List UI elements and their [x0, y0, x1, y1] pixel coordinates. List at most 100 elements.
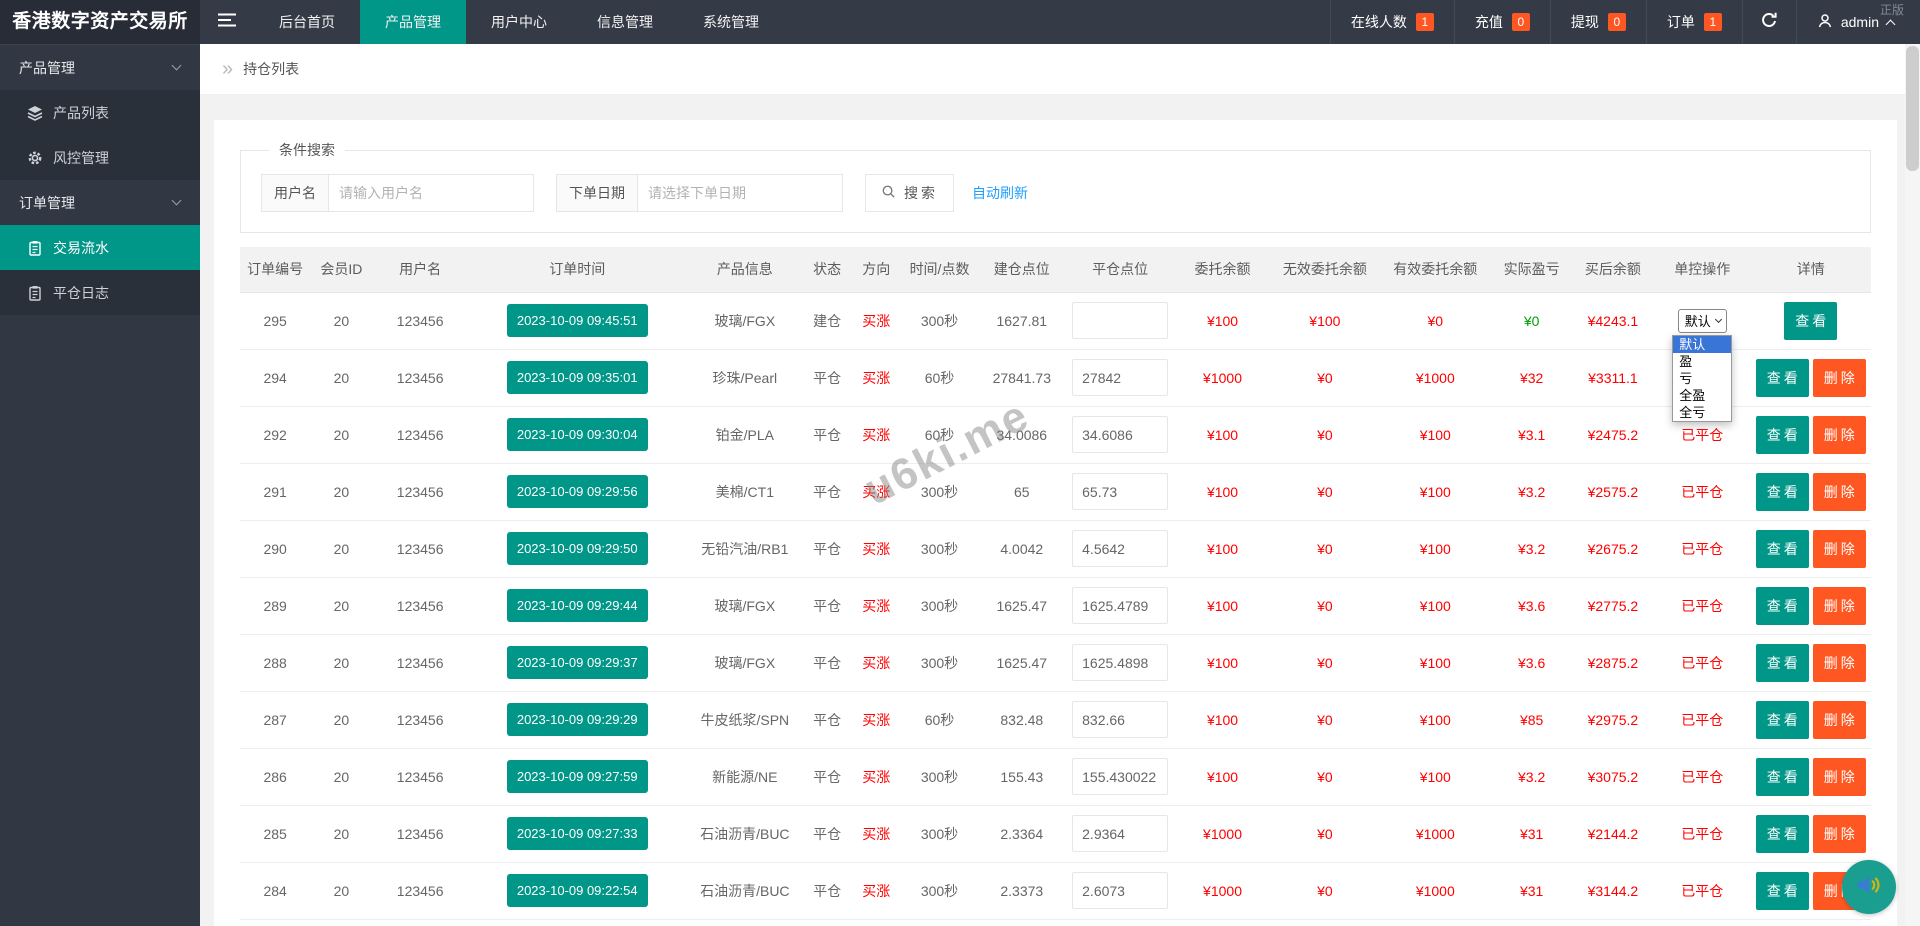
- sidebar-group-1[interactable]: 产品管理: [0, 45, 200, 90]
- top-nav-item-3[interactable]: 用户中心: [466, 0, 572, 44]
- view-button[interactable]: 查看: [1755, 814, 1809, 853]
- cell-open-point: 155.43: [977, 748, 1066, 806]
- delete-button[interactable]: 删除: [1812, 586, 1866, 625]
- auto-refresh-link[interactable]: 自动刷新: [972, 183, 1028, 203]
- sidebar-item-5[interactable]: 交易流水: [0, 225, 200, 270]
- close-point-input[interactable]: [1072, 701, 1169, 738]
- cell-order-id: 285: [240, 805, 311, 863]
- cell-open-point: 34.0086: [977, 406, 1066, 464]
- sidebar-group-4[interactable]: 订单管理: [0, 180, 200, 225]
- menu-toggle-button[interactable]: [200, 0, 254, 44]
- stat-label: 充值: [1474, 14, 1503, 30]
- close-point-input[interactable]: [1072, 359, 1169, 396]
- sidebar-item-6[interactable]: 平仓日志: [0, 270, 200, 315]
- cell-actual-profit: ¥3.2: [1491, 463, 1572, 521]
- view-button[interactable]: 查看: [1755, 757, 1809, 796]
- delete-button[interactable]: 删除: [1812, 814, 1866, 853]
- cell-single-control: 已平仓: [1654, 463, 1751, 521]
- search-fieldset: 条件搜索 用户名 下单日期 搜索: [240, 140, 1871, 233]
- view-button[interactable]: 查看: [1784, 301, 1838, 340]
- username-group: 用户名: [261, 174, 534, 212]
- view-button[interactable]: 查看: [1755, 358, 1809, 397]
- search-button[interactable]: 搜索: [865, 174, 954, 212]
- topbar-stat-2[interactable]: 充值 0: [1453, 0, 1550, 44]
- cell-product: 玻璃/FGX: [686, 577, 804, 635]
- cell-actual-profit: ¥0: [1491, 292, 1572, 350]
- close-point-input[interactable]: [1072, 815, 1169, 852]
- close-point-input[interactable]: [1072, 587, 1169, 624]
- delete-button[interactable]: 删除: [1812, 358, 1866, 397]
- col-header-11: 委托余额: [1174, 247, 1271, 293]
- cell-close-point: [1065, 634, 1175, 692]
- topbar-stat-4[interactable]: 订单 1: [1645, 0, 1742, 44]
- delete-button[interactable]: 删除: [1812, 643, 1866, 682]
- topbar-stat-3[interactable]: 提现 0: [1549, 0, 1646, 44]
- closed-status-text: 已平仓: [1681, 768, 1724, 785]
- delete-button[interactable]: 删除: [1812, 529, 1866, 568]
- cell-username: 123456: [372, 805, 468, 863]
- sidebar-item-2[interactable]: 产品列表: [0, 90, 200, 135]
- close-point-input[interactable]: [1072, 872, 1169, 909]
- sidebar-item-label: 风控管理: [53, 149, 109, 166]
- cell-duration: 300秒: [901, 292, 978, 350]
- sidebar-group-label: 订单管理: [19, 194, 75, 211]
- cell-direction: 买涨: [851, 862, 902, 920]
- cell-single-control: 已平仓: [1654, 577, 1751, 635]
- scrollbar-thumb[interactable]: [1906, 46, 1919, 171]
- sound-toggle-button[interactable]: [1842, 860, 1896, 914]
- refresh-icon: [1760, 11, 1778, 34]
- top-nav-item-5[interactable]: 系统管理: [678, 0, 784, 44]
- page-scrollbar[interactable]: [1905, 44, 1920, 926]
- cell-order-time: 2023-10-09 09:21:20: [467, 919, 687, 926]
- sidebar: 产品管理 产品列表 风控管理 订单管理 交易流水 平仓日志: [0, 44, 200, 926]
- view-button[interactable]: 查看: [1755, 700, 1809, 739]
- view-button[interactable]: 查看: [1755, 871, 1809, 910]
- order-date-input[interactable]: [638, 174, 843, 212]
- delete-button[interactable]: 删除: [1812, 700, 1866, 739]
- view-button[interactable]: 查看: [1755, 529, 1809, 568]
- top-nav-item-1[interactable]: 后台首页: [254, 0, 360, 44]
- cell-product: 新能源/NE: [686, 748, 804, 806]
- top-nav-item-4[interactable]: 信息管理: [572, 0, 678, 44]
- control-select[interactable]: 默认: [1677, 308, 1727, 333]
- topbar-stat-1[interactable]: 在线人数 1: [1329, 0, 1454, 44]
- cell-single-control: 已平仓: [1654, 634, 1751, 692]
- view-button[interactable]: 查看: [1755, 643, 1809, 682]
- cell-duration: 300秒: [901, 463, 978, 521]
- refresh-button[interactable]: [1741, 0, 1796, 44]
- sidebar-item-3[interactable]: 风控管理: [0, 135, 200, 180]
- delete-button[interactable]: 删除: [1812, 415, 1866, 454]
- col-header-8: 时间/点数: [901, 247, 978, 293]
- cell-actions: 查看删除: [1750, 691, 1871, 749]
- cell-after-buy-balance: ¥2144.2: [1571, 805, 1655, 863]
- delete-button[interactable]: 删除: [1812, 472, 1866, 511]
- view-button[interactable]: 查看: [1755, 472, 1809, 511]
- cell-direction: 买涨: [851, 805, 902, 863]
- close-point-input[interactable]: [1072, 644, 1169, 681]
- close-point-input[interactable]: [1072, 473, 1169, 510]
- top-nav-item-2[interactable]: 产品管理: [360, 0, 466, 44]
- cell-invalid-entrust-balance: ¥100: [1270, 292, 1380, 350]
- cell-order-id: 286: [240, 748, 311, 806]
- chevron-down-icon: [171, 60, 182, 71]
- cell-order-time: 2023-10-09 09:35:01: [467, 349, 687, 407]
- cell-product: 无铅汽油/RB1: [686, 520, 804, 578]
- content-panel: 条件搜索 用户名 下单日期 搜索: [214, 120, 1897, 926]
- col-header-1: 订单编号: [240, 247, 311, 293]
- view-button[interactable]: 查看: [1755, 415, 1809, 454]
- username-input[interactable]: [329, 174, 534, 212]
- cell-username: 123456: [372, 292, 468, 350]
- cell-order-time: 2023-10-09 09:29:37: [467, 634, 687, 692]
- close-point-input[interactable]: [1072, 758, 1169, 795]
- delete-button[interactable]: 删除: [1812, 757, 1866, 796]
- cell-actual-profit: ¥3.6: [1491, 577, 1572, 635]
- cell-actual-profit: ¥3.6: [1491, 634, 1572, 692]
- close-point-input[interactable]: [1072, 302, 1169, 339]
- view-button[interactable]: 查看: [1755, 586, 1809, 625]
- cell-duration: 60秒: [901, 406, 978, 464]
- cell-order-id: 283: [240, 919, 311, 926]
- cell-entrust-balance: ¥100: [1174, 577, 1271, 635]
- close-point-input[interactable]: [1072, 416, 1169, 453]
- cell-username: 123456: [372, 862, 468, 920]
- close-point-input[interactable]: [1072, 530, 1169, 567]
